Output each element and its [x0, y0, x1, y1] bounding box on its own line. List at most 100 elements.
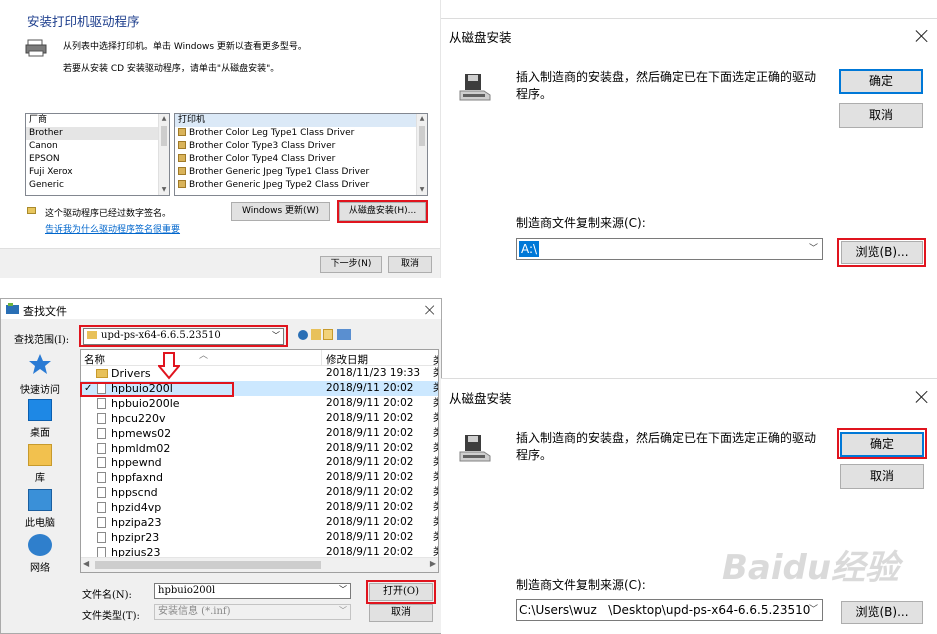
- windows-update-button[interactable]: Windows 更新(W): [231, 202, 330, 221]
- printer-item-label: Brother Generic Jpeg Type2 Class Driver: [189, 180, 370, 190]
- scroll-down-icon[interactable]: ▼: [417, 185, 427, 195]
- manufacturer-list[interactable]: 厂商 Brother Canon EPSON Fuji Xerox Generi…: [25, 113, 170, 196]
- find-file-dialog: 查找文件 查找范围(I): upd-ps-x64-6.6.5.23510 ﹀ 快…: [0, 298, 442, 634]
- scroll-thumb[interactable]: [161, 126, 167, 146]
- printer-item[interactable]: Brother Color Type4 Class Driver: [175, 153, 427, 166]
- file-type: 类: [433, 396, 438, 411]
- file-row[interactable]: hppewnd 2018/9/11 20:02 类: [81, 455, 438, 470]
- manufacturer-item[interactable]: Brother: [26, 127, 169, 140]
- cancel-button[interactable]: 取消: [388, 256, 432, 273]
- back-icon[interactable]: [298, 330, 308, 340]
- file-name: hpcu220v: [111, 411, 166, 425]
- file-name: hpmldm02: [111, 441, 171, 455]
- scroll-up-icon[interactable]: ▲: [159, 114, 169, 124]
- scroll-thumb[interactable]: [95, 561, 321, 569]
- file-row[interactable]: hpzid4vp 2018/9/11 20:02 类: [81, 500, 438, 515]
- next-button[interactable]: 下一步(N): [320, 256, 382, 273]
- file-row[interactable]: Drivers 2018/11/23 19:33 类: [81, 366, 438, 381]
- manufacturer-scrollbar[interactable]: ▲ ▼: [158, 114, 169, 195]
- list-header: 名称 ︿ 修改日期 类: [81, 350, 438, 367]
- file-row[interactable]: hpbuio200le 2018/9/11 20:02 类: [81, 396, 438, 411]
- file-row[interactable]: hpzipr23 2018/9/11 20:02 类: [81, 530, 438, 545]
- file-icon: [97, 397, 106, 409]
- copy-from-combo[interactable]: A:\ ﹀: [516, 238, 823, 260]
- cancel-button[interactable]: 取消: [840, 464, 924, 489]
- file-date: 2018/11/23 19:33: [326, 367, 421, 379]
- chevron-down-icon[interactable]: ﹀: [809, 241, 818, 254]
- close-icon[interactable]: [915, 29, 929, 43]
- column-name[interactable]: 名称: [84, 352, 105, 367]
- file-icon: [97, 472, 106, 484]
- place-library[interactable]: 库: [9, 444, 71, 484]
- ok-button[interactable]: 确定: [839, 69, 923, 94]
- horizontal-scrollbar[interactable]: ◀ ▶: [81, 557, 438, 572]
- up-folder-icon[interactable]: [311, 329, 321, 340]
- copy-from-label: 制造商文件复制来源(C):: [516, 578, 646, 592]
- view-menu-icon[interactable]: [337, 329, 351, 340]
- printer-item-label: Brother Color Leg Type1 Class Driver: [189, 128, 355, 138]
- highlight-box: [837, 238, 926, 267]
- scroll-right-icon[interactable]: ▶: [430, 559, 436, 568]
- file-date: 2018/9/11 20:02: [326, 471, 414, 484]
- filetype-select[interactable]: 安装信息 (*.inf) ﹀: [154, 604, 351, 620]
- file-row[interactable]: hppfaxnd 2018/9/11 20:02 类: [81, 470, 438, 485]
- cancel-button[interactable]: 取消: [369, 604, 433, 622]
- column-modified[interactable]: 修改日期: [326, 352, 368, 367]
- chevron-down-icon[interactable]: ﹀: [339, 583, 347, 597]
- file-row[interactable]: hpmldm02 2018/9/11 20:02 类: [81, 441, 438, 456]
- scroll-left-icon[interactable]: ◀: [83, 559, 89, 568]
- file-row[interactable]: hpmews02 2018/9/11 20:02 类: [81, 426, 438, 441]
- cancel-button[interactable]: 取消: [839, 103, 923, 128]
- new-folder-icon[interactable]: [323, 329, 333, 340]
- file-name: hpzipa23: [111, 516, 162, 529]
- file-icon: [97, 442, 106, 454]
- file-row[interactable]: hppscnd 2018/9/11 20:02 类: [81, 485, 438, 500]
- driver-icon: [178, 167, 186, 175]
- place-network[interactable]: 网络: [9, 534, 71, 574]
- column-type[interactable]: 类: [433, 352, 438, 367]
- place-desktop[interactable]: 桌面: [9, 399, 71, 439]
- printer-scrollbar[interactable]: ▲ ▼: [416, 114, 427, 195]
- driver-icon: [178, 180, 186, 188]
- highlight-box: [366, 580, 436, 604]
- printer-item[interactable]: Brother Color Leg Type1 Class Driver: [175, 127, 427, 140]
- dialog-title: 从磁盘安装: [449, 30, 512, 45]
- file-type: 类: [433, 441, 438, 456]
- filename-input[interactable]: hpbuio200l ﹀: [154, 583, 351, 599]
- copy-from-value: A:\: [519, 241, 540, 257]
- file-name: hpbuio200le: [111, 396, 180, 410]
- scroll-up-icon[interactable]: ▲: [417, 114, 427, 124]
- close-icon[interactable]: [915, 390, 929, 404]
- signed-status: 这个驱动程序已经过数字签名。: [45, 209, 172, 219]
- file-type: 类: [433, 366, 438, 381]
- highlight-box: [79, 325, 288, 347]
- chevron-down-icon[interactable]: ﹀: [809, 602, 818, 615]
- manufacturer-item[interactable]: Fuji Xerox: [26, 166, 169, 179]
- printer-item[interactable]: Brother Color Type3 Class Driver: [175, 140, 427, 153]
- file-name: hppscnd: [111, 486, 158, 500]
- file-date: 2018/9/11 20:02: [326, 501, 414, 514]
- place-label: 网络: [30, 563, 50, 574]
- file-row[interactable]: hpcu220v 2018/9/11 20:02 类: [81, 411, 438, 426]
- manufacturer-item[interactable]: EPSON: [26, 153, 169, 166]
- close-icon[interactable]: [425, 305, 436, 316]
- scroll-down-icon[interactable]: ▼: [159, 185, 169, 195]
- signing-info-link[interactable]: 告诉我为什么驱动程序签名很重要: [45, 222, 180, 235]
- place-this-pc[interactable]: 此电脑: [9, 489, 71, 529]
- copy-from-combo[interactable]: C:\Users\wuz \Desktop\upd-ps-x64-6.6.5.2…: [516, 599, 823, 621]
- printer-item[interactable]: Brother Generic Jpeg Type2 Class Driver: [175, 179, 427, 192]
- place-quick-access[interactable]: 快速访问: [9, 353, 71, 396]
- file-date: 2018/9/11 20:02: [326, 530, 414, 543]
- file-icon: [97, 427, 106, 439]
- file-row[interactable]: hpzipa23 2018/9/11 20:02 类: [81, 515, 438, 530]
- highlight-box: [837, 428, 927, 459]
- printer-item[interactable]: Brother Generic Jpeg Type1 Class Driver: [175, 166, 427, 179]
- dialog-message: 插入制造商的安装盘，然后确定已在下面选定正确的驱动程序。: [516, 431, 817, 462]
- browse-button[interactable]: 浏览(B)...: [841, 601, 923, 624]
- chevron-down-icon[interactable]: ﹀: [339, 604, 347, 618]
- copy-from-label: 制造商文件复制来源(C):: [516, 216, 646, 230]
- manufacturer-item[interactable]: Generic: [26, 179, 169, 192]
- scroll-thumb[interactable]: [419, 126, 425, 146]
- printer-list[interactable]: 打印机 Brother Color Leg Type1 Class Driver…: [174, 113, 428, 196]
- manufacturer-item[interactable]: Canon: [26, 140, 169, 153]
